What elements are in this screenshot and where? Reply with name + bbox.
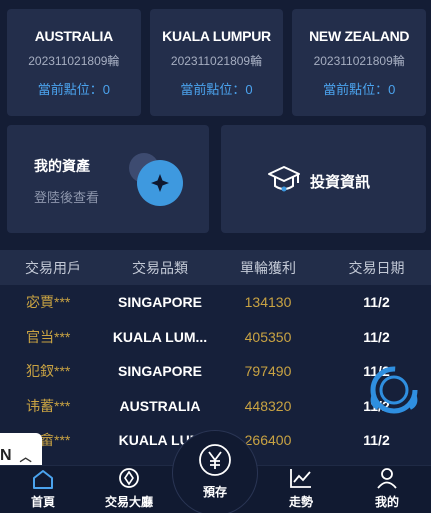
row-date: 11/2 [363,294,390,311]
market-name: NEW ZEALAND [309,27,410,44]
market-card-kuala-lumpur[interactable]: KUALA LUMPUR 202311021809輪 當前點位：0 [149,9,284,116]
market-name: KUALA LUMPUR [162,27,271,44]
nav-me[interactable]: 我的 [357,466,417,513]
market-card-australia[interactable]: AUSTRALIA 202311021809輪 當前點位：0 [7,9,141,116]
row-product: AUSTRALIA [119,397,201,414]
table-row: 讳蓄*** AUSTRALIA 448320 11/2 [0,389,431,424]
header-date: 交易日期 [348,259,405,276]
nav-deposit[interactable]: 預存 [172,430,258,513]
row-date: 11/2 [363,432,390,449]
header-user: 交易用戶 [25,259,81,276]
header-profit: 單輪獲利 [240,259,296,276]
user-icon [377,468,397,489]
row-product: SINGAPORE [117,363,202,380]
market-round-code: 202311021809輪 [313,53,405,68]
table-row: 犯釵*** SINGAPORE 797490 11/2 [0,354,431,389]
nav-trend[interactable]: 走勢 [271,466,331,513]
nav-trend-label: 走勢 [288,495,313,509]
nav-me-label: 我的 [374,495,399,509]
nav-home-label: 首頁 [30,495,55,509]
row-profit: 405350 [244,328,292,345]
nav-home[interactable]: 首頁 [13,466,73,513]
investment-info-label: 投資資訊 [310,174,371,191]
line-chart-icon [290,469,311,488]
login-to-view-link[interactable]: 登陸後查看 [34,187,99,206]
table-row: 官当*** KUALA LUM... 405350 11/2 [0,320,431,355]
my-assets-card[interactable]: 我的資產 登陸後查看 [7,125,209,233]
market-round-code: 202311021809輪 [170,53,263,68]
row-profit: 797490 [244,363,292,380]
floating-tab-label: N [0,447,12,464]
row-user: 官当*** [26,328,71,345]
table-header: 交易用戶 交易品類 單輪獲利 交易日期 [0,250,431,285]
my-assets-title: 我的資產 [34,158,90,174]
yen-coin-icon [199,444,231,476]
row-product: KUALA LUM... [112,328,208,345]
customer-service-icon[interactable] [368,364,420,416]
market-round-code: 202311021809輪 [28,53,120,68]
nav-deposit-label: 預存 [202,485,227,499]
header-product: 交易品類 [132,259,188,276]
row-profit: 134130 [244,294,292,311]
market-current-point: 當前點位：0 [37,81,110,97]
row-user: 讳蓄*** [26,397,71,414]
chevron-up-icon: ︿ [19,449,32,464]
row-date: 11/2 [363,328,390,345]
market-cards: AUSTRALIA 202311021809輪 當前點位：0 KUALA LUM… [7,9,427,116]
home-icon [33,470,53,489]
sparkle-icon [137,160,183,206]
table-row: 宓賈*** SINGAPORE 134130 11/2 [0,285,431,320]
row-profit: 448320 [244,397,292,414]
investment-info-card[interactable]: 投資資訊 [221,125,426,233]
graduation-cap-icon [268,166,300,192]
nav-trading-hall-label: 交易大廳 [104,495,153,509]
market-current-point: 當前點位：0 [180,81,253,97]
row-user: 犯釵*** [26,363,71,380]
market-name: AUSTRALIA [34,27,113,44]
row-user: 宓賈*** [26,294,71,311]
compass-icon [119,468,139,488]
nav-trading-hall[interactable]: 交易大廳 [99,466,159,513]
market-card-new-zealand[interactable]: NEW ZEALAND 202311021809輪 當前點位：0 [292,9,427,116]
row-product: SINGAPORE [117,294,202,311]
market-current-point: 當前點位：0 [323,81,396,97]
